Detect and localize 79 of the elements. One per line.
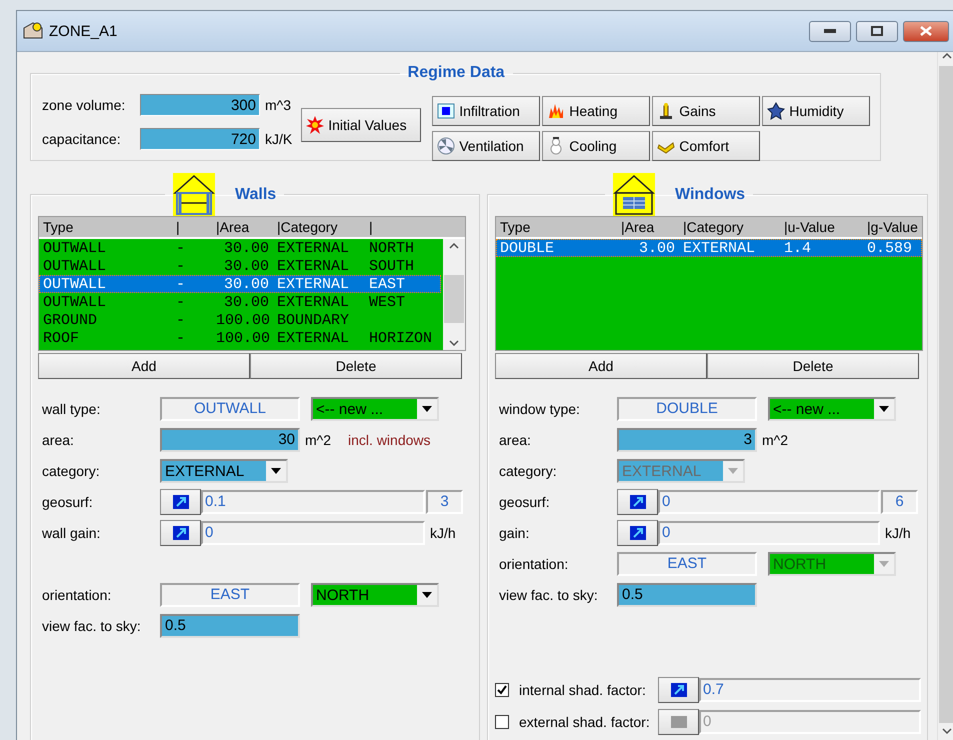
value-field[interactable]: DOUBLE <box>617 397 757 421</box>
list-row[interactable]: OUTWALL - 30.00 EXTERNAL EAST <box>39 275 441 293</box>
field-label: area: <box>499 432 532 448</box>
checkbox-label: internal shad. factor: <box>519 682 647 698</box>
regime-button[interactable]: Ventilation <box>432 131 540 161</box>
unit-label: m^2 <box>761 432 788 448</box>
column-header[interactable]: Type <box>39 219 172 235</box>
field-label: category: <box>42 463 101 479</box>
add-button[interactable]: Add <box>38 353 250 379</box>
list-row[interactable]: GROUND - 100.00 BOUNDARY <box>39 311 441 329</box>
unit-label: m^2 <box>304 432 332 448</box>
column-header[interactable]: | <box>365 219 465 235</box>
field-label: area: <box>42 432 75 448</box>
column-header[interactable]: Type <box>496 219 617 235</box>
regime-button[interactable]: Cooling <box>542 131 650 161</box>
delete-button[interactable]: Delete <box>250 353 462 379</box>
regime-button[interactable]: Heating <box>542 96 650 126</box>
group-title: Windows <box>675 186 746 204</box>
input-field[interactable]: 30 <box>160 428 300 452</box>
field-label: capacitance: <box>42 131 122 147</box>
column-header[interactable]: |Area <box>212 219 273 235</box>
input-field[interactable]: 0 <box>201 521 425 545</box>
field-label: window type: <box>499 401 581 417</box>
column-header[interactable]: |u-Value <box>780 219 863 235</box>
field-label: wall type: <box>42 401 102 417</box>
list-row[interactable]: OUTWALL - 30.00 EXTERNAL SOUTH <box>39 257 441 275</box>
input-field[interactable]: 300 <box>140 94 260 116</box>
field-label: category: <box>499 463 558 479</box>
value-field[interactable]: EAST <box>160 583 300 607</box>
initial-values-button[interactable]: Initial Values <box>301 108 422 142</box>
delete-button[interactable]: Delete <box>707 353 919 379</box>
list-row[interactable]: DOUBLE 3.00 EXTERNAL 1.4 0.589 <box>496 239 922 257</box>
checkbox-label: external shad. factor: <box>519 714 651 730</box>
column-header[interactable]: |Category <box>679 219 780 235</box>
column-header[interactable]: | <box>172 219 212 235</box>
input-field[interactable]: 0.5 <box>617 583 757 607</box>
column-header[interactable]: |g-Value <box>863 219 922 235</box>
field-label: view fac. to sky: <box>42 618 142 634</box>
input-field[interactable]: 0 <box>658 521 880 545</box>
input-field[interactable]: 720 <box>140 128 260 150</box>
field-label: zone volume: <box>42 97 126 113</box>
field-label: gain: <box>499 525 530 541</box>
field-label: wall gain: <box>42 525 102 541</box>
dropdown[interactable]: EXTERNAL <box>160 459 288 483</box>
field-label: view fac. to sky: <box>499 587 599 603</box>
list-row[interactable]: OUTWALL - 30.00 EXTERNAL WEST <box>39 293 441 311</box>
regime-button[interactable]: Comfort <box>652 131 760 161</box>
count-field[interactable]: 6 <box>881 490 918 514</box>
regime-button[interactable]: Gains <box>652 96 760 126</box>
unit-label: kJ/K <box>264 131 292 147</box>
column-header[interactable]: |Area <box>617 219 679 235</box>
field-label: orientation: <box>42 587 112 603</box>
dropdown[interactable]: <-- new ... <box>768 397 896 421</box>
dropdown[interactable]: <-- new ... <box>311 397 439 421</box>
unit-label: m^3 <box>264 97 292 113</box>
window-title: ZONE_A1 <box>49 22 118 40</box>
column-header[interactable]: |Category <box>273 219 365 235</box>
regime-button[interactable]: Infiltration <box>432 96 540 126</box>
dropdown[interactable]: NORTH <box>311 583 439 607</box>
list-row[interactable]: OUTWALL - 30.00 EXTERNAL NORTH <box>39 239 441 257</box>
unit-label: kJ/h <box>884 525 911 541</box>
value-field[interactable]: EAST <box>617 552 757 576</box>
input-field[interactable]: 0.7 <box>699 678 921 702</box>
field-label: geosurf: <box>499 494 551 510</box>
value-field[interactable]: OUTWALL <box>160 397 300 421</box>
group-title: Regime Data <box>408 64 505 82</box>
add-button[interactable]: Add <box>495 353 707 379</box>
input-field[interactable]: 3 <box>617 428 757 452</box>
unit-label: kJ/h <box>429 525 456 541</box>
regime-button[interactable]: Humidity <box>762 96 870 126</box>
group-title: Walls <box>235 186 276 204</box>
count-field[interactable]: 3 <box>426 490 463 514</box>
note-text: incl. windows <box>348 432 431 448</box>
input-field[interactable]: 0.1 <box>201 490 425 514</box>
field-label: orientation: <box>499 556 570 572</box>
field-label: geosurf: <box>42 494 94 510</box>
input-field[interactable]: 0 <box>658 490 880 514</box>
input-field[interactable]: 0.5 <box>160 614 300 638</box>
list-row[interactable]: ROOF - 100.00 EXTERNAL HORIZON <box>39 329 441 347</box>
